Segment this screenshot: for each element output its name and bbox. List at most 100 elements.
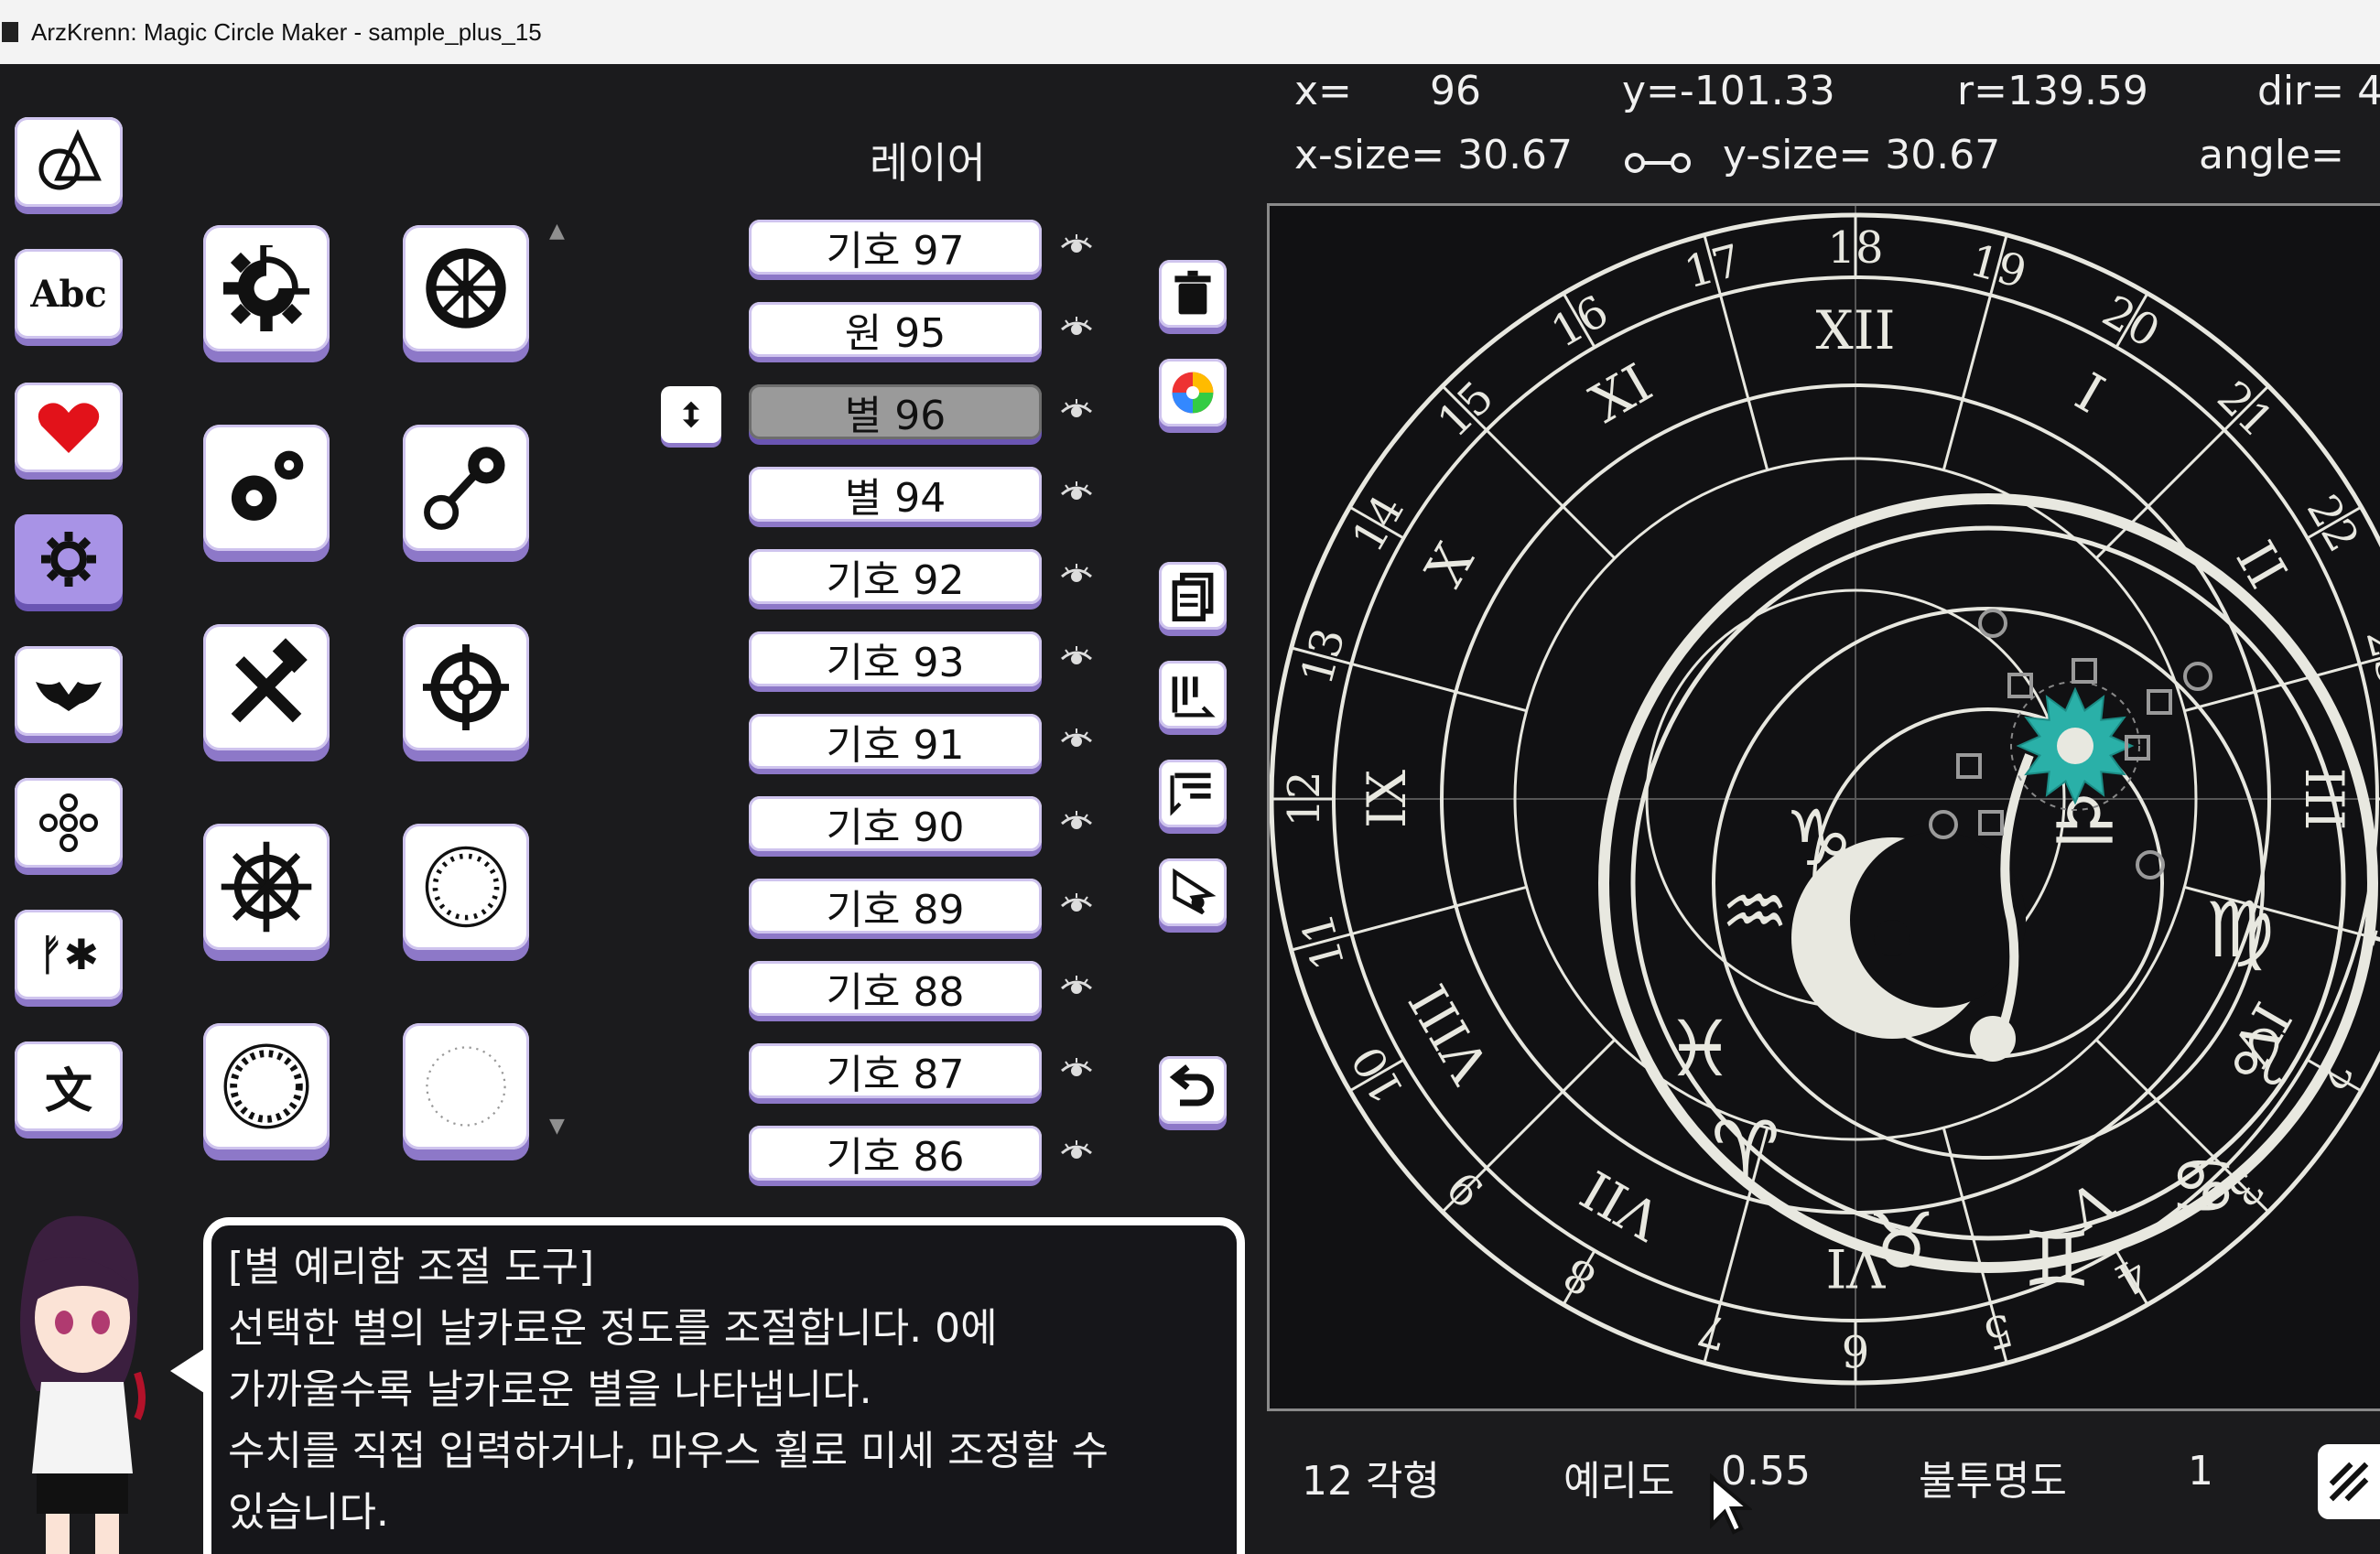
text-abc-icon: Abc [30,272,107,316]
link-icon[interactable] [1622,150,1693,176]
palette-clock-dial-small[interactable] [403,824,529,950]
layers-title: 레이어 [870,138,986,188]
category-shapes-button[interactable] [15,117,123,207]
visibility-eye-icon[interactable] [1060,481,1093,503]
dial-spoke [1351,663,1528,713]
visibility-eye-icon[interactable] [1060,234,1093,256]
layer-item[interactable]: 기호 88 [749,961,1042,1016]
dial-spoke [1942,295,1992,471]
category-rune-button[interactable]: ᚠ✱ [15,910,123,999]
layer-item[interactable]: 기호 89 [749,879,1042,933]
layer-item[interactable]: 기호 87 [749,1043,1042,1098]
up-down-arrow-icon [683,401,699,428]
virgo-icon: ♍ [2205,885,2274,975]
duplicate-button[interactable] [1159,562,1227,630]
category-wings-button[interactable] [15,646,123,736]
layer-item[interactable]: 별 94 [749,467,1042,522]
pen-tool-button[interactable] [1159,858,1227,926]
window-title: ArzKrenn: Magic Circle Maker - sample_pl… [31,17,542,46]
palette-gear-half[interactable] [203,225,330,351]
visibility-eye-icon[interactable] [1060,317,1093,339]
flip-horizontal-icon [1172,676,1216,718]
outer-numeral: 6 [1842,1324,1870,1376]
shapes-icon [38,128,102,190]
layer-item[interactable]: 원 95 [749,302,1042,357]
tooltip-line-2: 가까울수록 날카로운 별을 나타냅니다. [228,1366,872,1413]
outer-numeral: 18 [1827,222,1883,274]
trash-icon [1174,270,1211,315]
roman-numeral: VII [1571,1158,1672,1252]
libra-icon: ♎ [2050,775,2118,865]
palette-gear-chain[interactable] [403,425,529,551]
heart-icon [38,403,100,453]
layer-item[interactable]: 기호 93 [749,631,1042,686]
palette-tools[interactable] [203,624,330,750]
tooltip-line-1: 선택한 별의 날카로운 정도를 조절합니다. 0에 [228,1305,998,1352]
category-text-button[interactable]: Abc [15,249,123,339]
angle-readout[interactable]: angle= [2199,132,2344,178]
layer-reorder-button[interactable] [661,386,721,443]
visibility-eye-icon[interactable] [1060,976,1093,998]
outer-numeral: 17 [1679,235,1746,299]
palette-gears-pair[interactable] [203,425,330,551]
undo-button[interactable] [1159,1056,1227,1124]
palette-scroll-down-icon[interactable]: ▼ [549,1115,565,1138]
clock-dial-icon [223,1043,309,1129]
layer-item[interactable]: 기호 92 [749,549,1042,604]
visibility-eye-icon[interactable] [1060,893,1093,915]
tooltip: [별 예리함 조절 도구] 선택한 별의 날카로운 정도를 조절합니다. 0에 … [203,1217,1245,1554]
roman-numeral: IX [1356,769,1418,828]
outer-numeral: 23 [2356,622,2380,689]
y-size-readout[interactable]: y-size= 30.67 [1723,132,2000,178]
visibility-eye-icon[interactable] [1060,399,1093,421]
layer-item[interactable]: 기호 91 [749,714,1042,769]
layer-item[interactable]: 기호 86 [749,1126,1042,1181]
palette-crosshair-gear[interactable] [403,624,529,750]
visibility-eye-icon[interactable] [1060,646,1093,668]
magic-circle-canvas[interactable]: 171819202122232412345678910111213141516 … [1267,203,2380,1411]
visibility-eye-icon[interactable] [1060,1140,1093,1162]
palette-dotted-circle[interactable] [403,1023,529,1149]
delete-layer-button[interactable] [1159,260,1227,328]
visibility-eye-icon[interactable] [1060,564,1093,586]
dial-spoke [1485,428,1617,560]
app-window: Abc ᚠ✱ 文 ▲ ▼ 레이어 x= 96 y=-101.33 r=139.5… [0,64,2380,1554]
taurus-icon: ♉ [1866,1196,1935,1286]
crosshair-gear-icon [422,643,510,731]
flip-vertical-button[interactable] [1159,760,1227,827]
color-button[interactable] [1159,359,1227,426]
tooltip-title: [별 예리함 조절 도구] [228,1244,595,1290]
duplicate-icon [1172,572,1214,621]
category-heart-button[interactable] [15,383,123,472]
x-size-readout[interactable]: x-size= 30.67 [1294,132,1573,178]
color-wheel-icon [1172,372,1214,414]
layer-item[interactable]: 별 96 [749,384,1042,439]
rune-icon: ᚠ✱ [38,930,100,979]
palette-scroll-up-icon[interactable]: ▲ [549,220,565,243]
visibility-eye-icon[interactable] [1060,728,1093,750]
dotted-circle-icon [426,1046,506,1127]
outer-numeral: 8 [1555,1246,1605,1305]
palette-gear-ring[interactable] [403,225,529,351]
palette-clock-dial[interactable] [203,1023,330,1149]
gear-category-icon [41,532,96,587]
category-kanji-button[interactable]: 文 [15,1041,123,1131]
visibility-eye-icon[interactable] [1060,1058,1093,1080]
layer-item[interactable]: 기호 90 [749,796,1042,851]
polygon-count[interactable]: 12 각형 [1302,1448,1440,1506]
gears-pair-icon [231,450,304,521]
flip-horizontal-button[interactable] [1159,661,1227,728]
layer-item[interactable]: 기호 97 [749,220,1042,275]
category-gear-button[interactable] [15,514,123,604]
r-readout: r=139.59 [1957,68,2148,114]
dial-spoke [1719,295,1769,471]
magic-circle-drawing[interactable]: 171819202122232412345678910111213141516 … [1270,206,2380,1411]
outer-numeral: 13 [1292,622,1356,689]
category-ornament-button[interactable] [15,778,123,868]
cancer-icon: ♋ [2169,1141,2237,1231]
aquarius-icon: ♒ [1720,867,1789,956]
opacity-value[interactable]: 1 [2188,1448,2213,1495]
pattern-button[interactable] [2318,1444,2380,1519]
palette-ship-wheel[interactable] [203,824,330,950]
visibility-eye-icon[interactable] [1060,811,1093,833]
